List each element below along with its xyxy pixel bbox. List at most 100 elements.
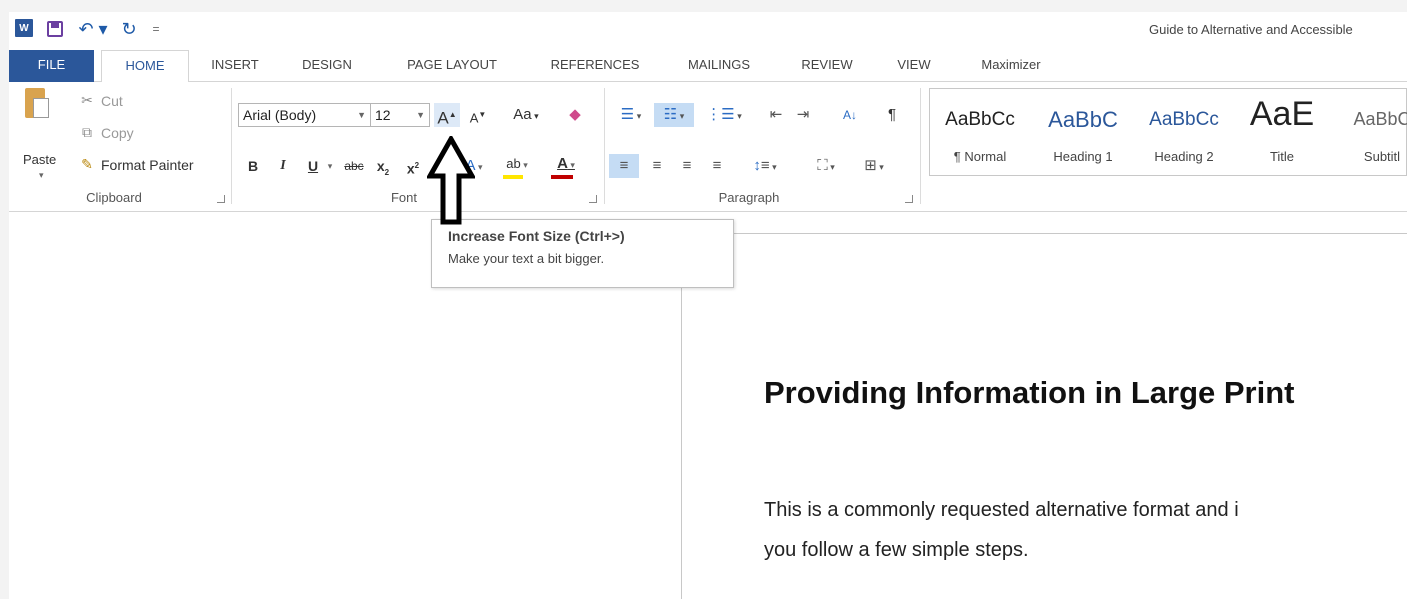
style-sample: AaBbC bbox=[1353, 109, 1407, 129]
save-icon[interactable] bbox=[47, 21, 63, 37]
align-left-icon[interactable]: ≡ bbox=[609, 154, 639, 178]
tab-review[interactable]: REVIEW bbox=[794, 50, 860, 82]
style-normal[interactable]: AaBbCc ¶ Normal bbox=[930, 89, 1030, 175]
highlight-icon: ab bbox=[506, 156, 521, 171]
clipboard-launcher-icon[interactable] bbox=[217, 195, 225, 203]
scissors-icon: ✂ bbox=[81, 92, 93, 108]
document-title: Guide to Alternative and Accessible bbox=[1149, 22, 1353, 37]
tab-maximizer[interactable]: Maximizer bbox=[969, 50, 1053, 82]
tab-insert[interactable]: INSERT bbox=[204, 50, 266, 82]
bold-button[interactable]: B bbox=[243, 154, 263, 178]
format-painter-button[interactable]: ✎ Format Painter bbox=[79, 156, 194, 173]
clipboard-group-label: Clipboard bbox=[86, 190, 142, 205]
italic-button[interactable]: I bbox=[273, 154, 293, 178]
tab-references[interactable]: REFERENCES bbox=[543, 50, 647, 82]
style-name: Heading 2 bbox=[1154, 149, 1214, 164]
style-title[interactable]: AaE Title bbox=[1234, 89, 1330, 175]
underline-button[interactable]: U bbox=[303, 154, 323, 178]
style-name: Title bbox=[1269, 149, 1295, 164]
paragraph-launcher-icon[interactable] bbox=[905, 195, 913, 203]
shrink-font-button[interactable]: A▼ bbox=[466, 103, 490, 127]
decrease-indent-icon[interactable]: ⇤ bbox=[764, 103, 788, 127]
font-color-swatch bbox=[551, 175, 573, 179]
ribbon-home: Paste ▾ ✂ Cut ⧉ Copy ✎ Format Painter Cl… bbox=[9, 82, 1407, 212]
change-case-icon: Aa bbox=[513, 106, 532, 123]
align-right-icon[interactable]: ≡ bbox=[673, 154, 701, 178]
sort-glyph: A↓ bbox=[842, 108, 857, 122]
font-launcher-icon[interactable] bbox=[589, 195, 597, 203]
document-body-line[interactable]: This is a commonly requested alternative… bbox=[764, 499, 1239, 522]
tab-page-layout[interactable]: PAGE LAYOUT bbox=[393, 50, 511, 82]
document-body-line[interactable]: you follow a few simple steps. bbox=[764, 539, 1029, 562]
superscript-icon: x bbox=[406, 160, 415, 177]
group-divider bbox=[920, 88, 921, 204]
customize-qat-icon[interactable]: = bbox=[149, 18, 163, 40]
arrow-up-icon bbox=[427, 136, 475, 225]
chevron-down-icon: ▼ bbox=[416, 110, 425, 120]
word-icon[interactable]: W bbox=[15, 19, 33, 37]
page-border bbox=[681, 233, 1407, 234]
style-sample: AaE bbox=[1249, 95, 1315, 133]
chevron-down-icon: ▼ bbox=[357, 110, 366, 120]
grow-font-button[interactable]: A▲ bbox=[434, 103, 460, 128]
strikethrough-button[interactable]: abc bbox=[339, 154, 369, 178]
show-formatting-icon[interactable]: ¶ bbox=[881, 103, 903, 127]
tab-file[interactable]: FILE bbox=[9, 50, 94, 82]
multilevel-list-icon[interactable]: ⋮☰ ▾ bbox=[704, 103, 744, 127]
paragraph-group-label: Paragraph bbox=[718, 190, 780, 205]
style-name: Subtitl bbox=[1363, 149, 1401, 164]
justify-icon[interactable]: ≡ bbox=[703, 154, 731, 178]
chevron-down-icon[interactable]: ▾ bbox=[323, 154, 337, 178]
bullets-icon[interactable]: ☰ ▾ bbox=[612, 103, 650, 127]
paste-button[interactable]: Paste bbox=[23, 152, 56, 167]
subscript-icon: x bbox=[376, 158, 385, 174]
format-painter-label: Format Painter bbox=[101, 156, 194, 173]
clear-formatting-icon[interactable]: ◆ bbox=[562, 103, 588, 127]
group-divider bbox=[604, 88, 605, 204]
subscript-button[interactable]: x2 bbox=[371, 154, 395, 178]
style-subtitle[interactable]: AaBbC Subtitl bbox=[1332, 89, 1407, 175]
cut-label: Cut bbox=[101, 92, 123, 109]
style-sample: AaBbCc bbox=[945, 109, 1015, 130]
tooltip-description: Make your text a bit bigger. bbox=[448, 251, 605, 266]
tab-view[interactable]: VIEW bbox=[891, 50, 937, 82]
sort-icon[interactable]: A↓ bbox=[837, 103, 863, 127]
change-case-button[interactable]: Aa ▾ bbox=[504, 103, 548, 127]
highlight-color-swatch bbox=[503, 175, 523, 179]
increase-indent-icon[interactable]: ⇥ bbox=[791, 103, 815, 127]
style-name: ¶ Normal bbox=[953, 149, 1007, 164]
copy-icon: ⧉ bbox=[82, 124, 92, 140]
style-heading-1[interactable]: AaBbC Heading 1 bbox=[1032, 89, 1134, 175]
style-sample: AaBbC bbox=[1048, 107, 1118, 132]
cut-button[interactable]: ✂ Cut bbox=[79, 92, 123, 109]
redo-icon[interactable]: ↻ bbox=[117, 18, 141, 40]
align-center-icon[interactable]: ≡ bbox=[643, 154, 671, 178]
highlight-button[interactable]: ab ▾ bbox=[501, 152, 533, 176]
tab-home[interactable]: HOME bbox=[101, 50, 189, 83]
shading-icon[interactable]: ⛶ ▾ bbox=[805, 154, 847, 178]
paste-dropdown-icon[interactable]: ▾ bbox=[39, 170, 44, 181]
undo-icon[interactable]: ↶ ▾ bbox=[73, 18, 113, 40]
font-size-combo[interactable]: 12 ▼ bbox=[370, 103, 430, 127]
paintbrush-icon: ✎ bbox=[81, 156, 93, 172]
style-name: Heading 1 bbox=[1053, 149, 1113, 164]
font-color-button[interactable]: A ▾ bbox=[549, 152, 583, 176]
styles-gallery: AaBbCc ¶ Normal AaBbC Heading 1 AaBbCc H… bbox=[929, 88, 1407, 176]
line-spacing-icon[interactable]: ↕≡ ▾ bbox=[745, 154, 785, 178]
numbering-icon[interactable]: ☷ ▾ bbox=[654, 103, 694, 127]
tooltip: Increase Font Size (Ctrl+>) Make your te… bbox=[431, 219, 734, 288]
borders-icon[interactable]: ⊞ ▾ bbox=[853, 154, 895, 178]
grow-font-icon: A bbox=[437, 108, 449, 128]
group-divider bbox=[231, 88, 232, 204]
tab-mailings[interactable]: MAILINGS bbox=[678, 50, 760, 82]
document-heading[interactable]: Providing Information in Large Print bbox=[764, 375, 1294, 411]
font-name-combo[interactable]: Arial (Body) ▼ bbox=[238, 103, 371, 127]
font-size-value: 12 bbox=[375, 107, 391, 123]
superscript-button[interactable]: x2 bbox=[401, 154, 425, 178]
style-heading-2[interactable]: AaBbCc Heading 2 bbox=[1136, 89, 1232, 175]
copy-button[interactable]: ⧉ Copy bbox=[79, 124, 134, 141]
tab-design[interactable]: DESIGN bbox=[296, 50, 358, 82]
font-color-icon: A bbox=[557, 155, 568, 172]
paste-icon[interactable] bbox=[25, 88, 49, 118]
title-bar: W ↶ ▾ ↻ = Guide to Alternative and Acces… bbox=[9, 12, 1407, 50]
